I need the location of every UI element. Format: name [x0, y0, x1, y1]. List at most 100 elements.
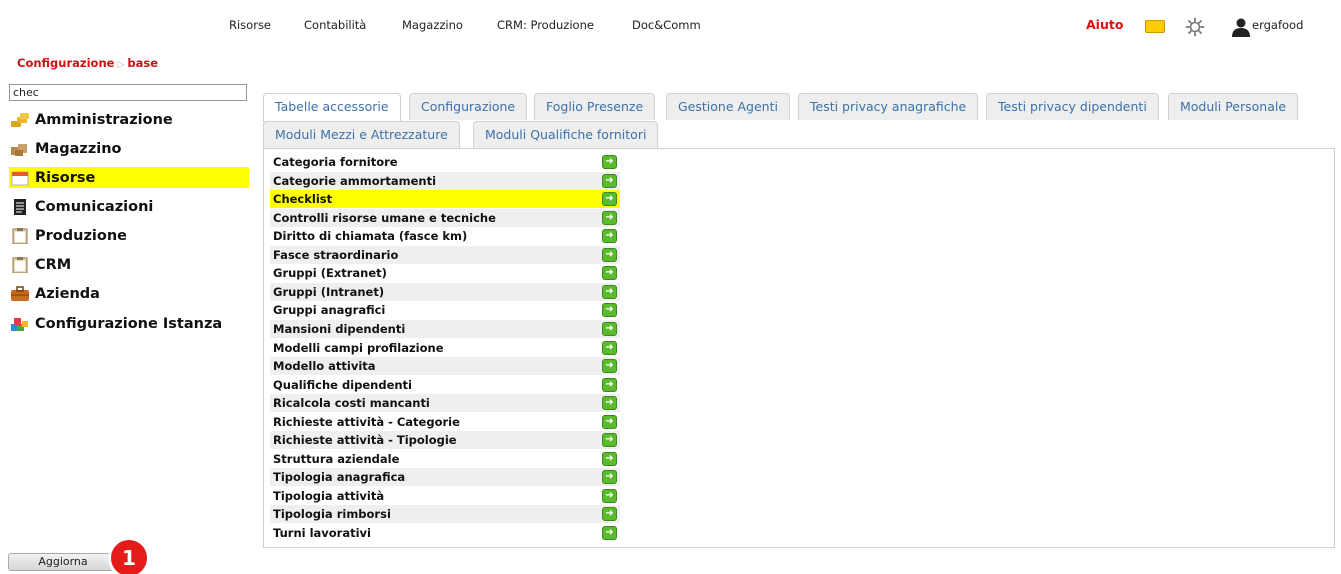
table-row-label: Diritto di chiamata (fasce km) — [273, 229, 468, 244]
tab-gestione-agenti[interactable]: Gestione Agenti — [666, 93, 790, 120]
menu-crm-produzione[interactable]: CRM: Produzione — [497, 18, 594, 32]
table-row[interactable]: Controlli risorse umane e tecniche ➜ — [270, 208, 620, 227]
go-arrow-icon[interactable]: ➜ — [602, 488, 617, 503]
table-row-label: Categorie ammortamenti — [273, 173, 437, 188]
go-arrow-icon[interactable]: ➜ — [602, 414, 617, 429]
table-row[interactable]: Diritto di chiamata (fasce km) ➜ — [270, 227, 620, 245]
table-row[interactable]: Fasce straordinario ➜ — [270, 245, 620, 264]
go-arrow-icon[interactable]: ➜ — [602, 396, 617, 411]
table-row[interactable]: Categorie ammortamenti ➜ — [270, 171, 620, 190]
table-row[interactable]: Gruppi (Extranet) ➜ — [270, 264, 620, 282]
calendar-icon — [9, 169, 31, 187]
sidebar-item-magazzino[interactable]: Magazzino — [9, 138, 249, 159]
table-row-label: Categoria fornitore — [273, 155, 398, 169]
go-arrow-icon[interactable]: ➜ — [602, 433, 617, 448]
tab-testi-privacy-anagrafiche[interactable]: Testi privacy anagrafiche — [798, 93, 979, 120]
go-arrow-icon[interactable]: ➜ — [602, 470, 617, 485]
go-arrow-icon[interactable]: ➜ — [602, 321, 617, 336]
menu-risorse[interactable]: Risorse — [229, 18, 271, 32]
table-row-label: Qualifiche dipendenti — [273, 377, 412, 392]
user-icon — [1232, 18, 1250, 37]
table-row[interactable]: Richieste attività - Tipologie ➜ — [270, 431, 620, 450]
table-row[interactable]: Struttura aziendale ➜ — [270, 450, 620, 468]
tab-tabelle-accessorie[interactable]: Tabelle accessorie — [263, 93, 401, 122]
sidebar-item-label: Produzione — [35, 227, 127, 244]
table-row-label: Richieste attività - Tipologie — [273, 433, 457, 448]
table-row[interactable]: Categoria fornitore ➜ — [270, 153, 620, 171]
menu-magazzino[interactable]: Magazzino — [402, 18, 463, 32]
go-arrow-icon[interactable]: ➜ — [602, 303, 617, 318]
breadcrumb-root[interactable]: Configurazione — [17, 56, 114, 70]
tab-configurazione[interactable]: Configurazione — [409, 93, 528, 120]
top-navigation: Risorse Contabilità Magazzino CRM: Produ… — [0, 0, 1341, 50]
table-row-label: Richieste attività - Categorie — [273, 414, 460, 429]
briefcase-icon — [9, 285, 31, 303]
gear-icon[interactable] — [1185, 17, 1205, 37]
sidebar-search-input[interactable] — [9, 84, 247, 101]
table-row-label: Turni lavorativi — [273, 526, 371, 540]
menu-contabilita[interactable]: Contabilità — [304, 18, 366, 32]
table-row[interactable]: Checklist ➜ — [270, 190, 620, 209]
breadcrumb-separator-icon: ▷ — [117, 60, 125, 70]
table-row[interactable]: Modello attivita ➜ — [270, 357, 620, 376]
tab-moduli-mezzi-attrezzature[interactable]: Moduli Mezzi e Attrezzature — [263, 121, 460, 148]
tab-testi-privacy-dipendenti[interactable]: Testi privacy dipendenti — [986, 93, 1159, 120]
sidebar-item-label: Comunicazioni — [35, 198, 154, 215]
go-arrow-icon[interactable]: ➜ — [602, 340, 617, 355]
clipboard-icon — [9, 256, 31, 274]
table-row[interactable]: Tipologia rimborsi ➜ — [270, 505, 620, 524]
table-row[interactable]: Modelli campi profilazione ➜ — [270, 339, 620, 357]
table-row-label: Gruppi anagrafici — [273, 303, 386, 318]
go-arrow-icon[interactable]: ➜ — [602, 377, 617, 392]
table-row[interactable]: Gruppi (Intranet) ➜ — [270, 282, 620, 301]
help-link[interactable]: Aiuto — [1086, 17, 1123, 32]
table-row[interactable]: Turni lavorativi ➜ — [270, 524, 620, 542]
sidebar-item-crm[interactable]: CRM — [9, 254, 249, 275]
update-button[interactable]: Aggiorna — [8, 553, 118, 571]
go-arrow-icon[interactable]: ➜ — [602, 192, 617, 207]
document-icon — [9, 198, 31, 216]
table-row[interactable]: Tipologia anagrafica ➜ — [270, 468, 620, 487]
go-arrow-icon[interactable]: ➜ — [602, 155, 617, 169]
go-arrow-icon[interactable]: ➜ — [602, 526, 617, 540]
sidebar-item-produzione[interactable]: Produzione — [9, 225, 249, 246]
go-arrow-icon[interactable]: ➜ — [602, 210, 617, 225]
go-arrow-icon[interactable]: ➜ — [602, 451, 617, 466]
go-arrow-icon[interactable]: ➜ — [602, 507, 617, 522]
go-arrow-icon[interactable]: ➜ — [602, 229, 617, 244]
tab-moduli-personale[interactable]: Moduli Personale — [1168, 93, 1299, 120]
table-row[interactable]: Tipologia attività ➜ — [270, 487, 620, 505]
go-arrow-icon[interactable]: ➜ — [602, 359, 617, 374]
tab-foglio-presenze[interactable]: Foglio Presenze — [534, 93, 656, 120]
boxes-icon — [9, 140, 31, 158]
sidebar-item-label: Risorse — [35, 169, 96, 186]
user-name[interactable]: ergafood — [1252, 18, 1303, 32]
sidebar-item-risorse[interactable]: Risorse — [9, 167, 249, 188]
menu-doc-comm[interactable]: Doc&Comm — [632, 18, 701, 32]
table-row-label: Gruppi (Extranet) — [273, 266, 387, 281]
table-row-label: Checklist — [273, 192, 333, 207]
sidebar-item-amministrazione[interactable]: Amministrazione — [9, 109, 249, 130]
table-row[interactable]: Mansioni dipendenti ➜ — [270, 319, 620, 338]
go-arrow-icon[interactable]: ➜ — [602, 173, 617, 188]
table-row-label: Controlli risorse umane e tecniche — [273, 210, 496, 225]
sidebar-item-configurazione-istanza[interactable]: Configurazione Istanza — [9, 313, 249, 334]
go-arrow-icon[interactable]: ➜ — [602, 266, 617, 281]
table-row[interactable]: Richieste attività - Categorie ➜ — [270, 413, 620, 431]
table-row-label: Modelli campi profilazione — [273, 340, 444, 355]
sidebar-item-azienda[interactable]: Azienda — [9, 283, 249, 304]
blocks-icon — [9, 315, 31, 333]
table-row[interactable]: Gruppi anagrafici ➜ — [270, 301, 620, 319]
go-arrow-icon[interactable]: ➜ — [602, 247, 617, 262]
notification-badge: 1 — [108, 537, 150, 574]
go-arrow-icon[interactable]: ➜ — [602, 284, 617, 299]
sidebar-item-label: Azienda — [35, 285, 100, 302]
mail-icon[interactable] — [1145, 20, 1165, 33]
table-row[interactable]: Qualifiche dipendenti ➜ — [270, 376, 620, 394]
breadcrumb: Configurazione ▷ base — [17, 56, 158, 70]
table-row-label: Struttura aziendale — [273, 451, 400, 466]
table-row-label: Mansioni dipendenti — [273, 321, 406, 336]
sidebar-item-comunicazioni[interactable]: Comunicazioni — [9, 196, 249, 217]
table-row[interactable]: Ricalcola costi mancanti ➜ — [270, 394, 620, 413]
tab-moduli-qualifiche-fornitori[interactable]: Moduli Qualifiche fornitori — [473, 121, 659, 148]
